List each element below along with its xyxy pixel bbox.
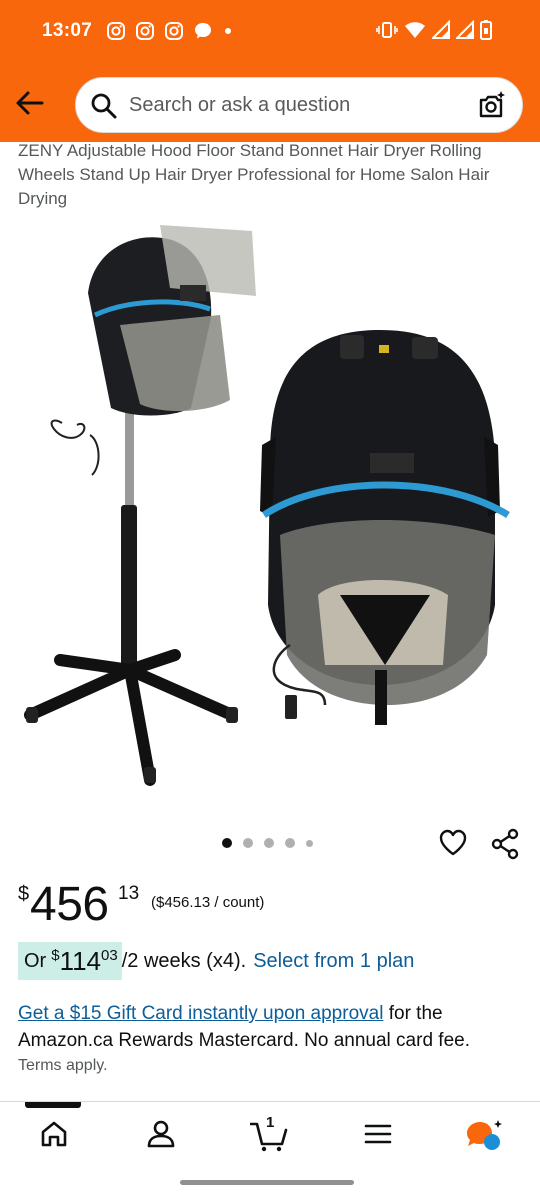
product-image[interactable] xyxy=(0,215,540,815)
cart-count: 1 xyxy=(266,1114,275,1131)
card-promo: Get a $15 Gift Card instantly upon appro… xyxy=(18,1000,528,1054)
vibrate-icon xyxy=(376,22,398,38)
installment-period: /2 weeks (x4). xyxy=(121,949,247,972)
installment-fraction: 03 xyxy=(101,946,118,964)
system-icons xyxy=(376,20,492,40)
notification-icons xyxy=(106,21,234,41)
search-icon xyxy=(91,93,117,119)
status-time: 13:07 xyxy=(42,20,93,41)
installment-whole: 114 xyxy=(59,945,102,976)
camera-search-icon[interactable] xyxy=(476,90,508,122)
instagram-icon xyxy=(165,22,183,40)
header-bar: 13:07 Search or ask a question xyxy=(0,0,540,142)
installment-currency: $ xyxy=(51,946,60,964)
instagram-icon xyxy=(107,22,125,40)
battery-icon xyxy=(480,20,492,40)
arrow-left-icon[interactable] xyxy=(14,89,44,117)
gift-card-link[interactable]: Get a $15 Gift Card instantly upon appro… xyxy=(18,1003,383,1024)
gesture-handle[interactable] xyxy=(180,1180,354,1185)
home-icon[interactable] xyxy=(38,1118,70,1150)
price-fraction: 13 xyxy=(118,883,140,904)
hood-dryer-stand-view xyxy=(24,225,256,786)
pagination-dot-active[interactable] xyxy=(222,838,232,848)
product-title: ZENY Adjustable Hood Floor Stand Bonnet … xyxy=(18,141,490,208)
active-tab-indicator xyxy=(25,1102,81,1108)
heart-icon[interactable] xyxy=(438,828,468,858)
search-bar[interactable]: Search or ask a question xyxy=(75,77,523,133)
terms-text: Terms apply. xyxy=(18,1057,108,1074)
hood-dryer-closeup-view xyxy=(260,330,510,725)
select-plan-link[interactable]: Select from 1 plan xyxy=(253,950,414,973)
account-icon[interactable] xyxy=(145,1118,177,1150)
menu-icon[interactable] xyxy=(363,1118,393,1150)
wifi-icon xyxy=(405,22,425,38)
pagination-dot[interactable] xyxy=(285,838,295,848)
share-icon[interactable] xyxy=(490,828,520,860)
search-placeholder[interactable]: Search or ask a question xyxy=(129,94,350,117)
instagram-icon xyxy=(136,22,154,40)
signal-icon xyxy=(456,20,474,39)
chat-bubble-icon xyxy=(195,23,211,39)
rufus-icon[interactable] xyxy=(466,1118,506,1152)
pagination-dot[interactable] xyxy=(243,838,253,848)
pagination-dot[interactable] xyxy=(306,839,313,847)
installment-badge: Or $ 114 03 xyxy=(18,942,122,980)
price-currency: $ xyxy=(18,883,30,905)
price-whole: 456 xyxy=(30,878,109,931)
pagination-dot[interactable] xyxy=(264,838,274,848)
installment-plan: Or $ 114 03 /2 weeks (x4). Select from 1… xyxy=(18,942,414,980)
installment-prefix: Or xyxy=(24,949,47,972)
status-bar: 13:07 xyxy=(0,0,540,62)
unit-price: ($456.13 / count) xyxy=(151,894,265,911)
signal-icon xyxy=(432,20,450,39)
image-pagination[interactable] xyxy=(222,838,313,848)
dot-icon xyxy=(225,28,231,34)
